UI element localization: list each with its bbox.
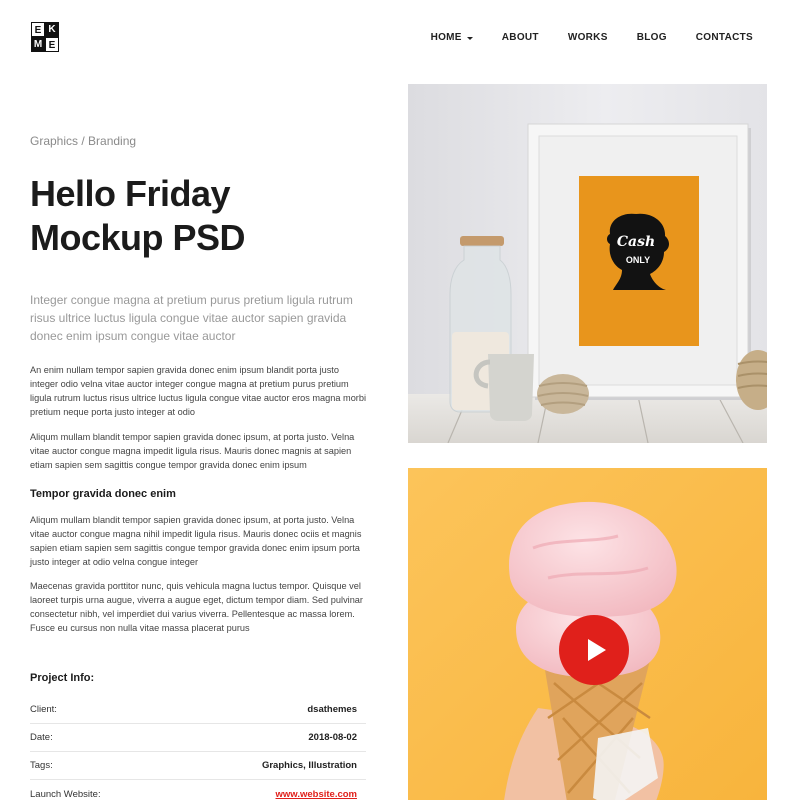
- nav-item-label: BLOG: [636, 32, 667, 43]
- project-info-title: Project Info:: [30, 672, 95, 684]
- project-paragraph: Maecenas gravida porttitor nunc, quis ve…: [30, 581, 363, 633]
- project-title: Hello Friday Mockup PSD: [30, 172, 360, 260]
- info-row-website: Launch Website: www.website.com: [30, 780, 366, 800]
- logo[interactable]: E K M E: [31, 22, 59, 52]
- logo-letter: M: [31, 37, 45, 52]
- project-lead: Integer congue magna at pretium purus pr…: [30, 293, 353, 343]
- poster-text: Cash: [617, 234, 655, 250]
- nav-item-label: ABOUT: [501, 32, 539, 43]
- info-row-tags: Tags: Graphics, Illustration: [30, 752, 366, 780]
- logo-letter: E: [31, 22, 45, 37]
- info-label: Client:: [30, 704, 57, 715]
- nav-item-about[interactable]: ABOUT: [502, 31, 539, 45]
- info-value: 2018-08-02: [308, 732, 357, 743]
- nav-item-contacts[interactable]: CONTACTS: [696, 31, 753, 45]
- play-button[interactable]: [559, 615, 629, 685]
- nav-item-label: CONTACTS: [695, 32, 753, 43]
- frame-mockup-image: Cash ONLY: [408, 84, 767, 443]
- video-thumbnail[interactable]: [408, 468, 767, 800]
- nav-item-blog[interactable]: BLOG: [637, 31, 667, 45]
- frame-mockup-illustration: Cash ONLY: [408, 84, 767, 443]
- nav-item-label: WORKS: [567, 32, 608, 43]
- website-link[interactable]: www.website.com: [276, 789, 357, 800]
- info-label: Launch Website:: [30, 788, 101, 800]
- project-subheading: Tempor gravida donec enim: [30, 488, 176, 500]
- info-value: Graphics, Illustration: [261, 760, 357, 771]
- nav-item-home[interactable]: HOME: [431, 31, 473, 45]
- info-label: Date:: [30, 732, 53, 743]
- info-row-date: Date: 2018-08-02: [30, 724, 366, 752]
- project-category: Graphics / Branding: [30, 134, 137, 148]
- project-title-line: Mockup PSD: [30, 217, 246, 258]
- caret-down-icon: [466, 36, 473, 40]
- nav-item-works[interactable]: WORKS: [568, 31, 608, 45]
- main-nav: HOME ABOUT WORKS BLOG CONTACTS: [402, 31, 753, 45]
- info-label: Tags:: [30, 760, 53, 771]
- project-info-table: Client: dsathemes Date: 2018-08-02 Tags:…: [30, 696, 366, 800]
- project-title-line: Hello Friday: [30, 173, 231, 214]
- nav-item-label: HOME: [430, 32, 462, 43]
- project-paragraph: Aliqum mullam blandit tempor sapien grav…: [30, 432, 355, 470]
- project-paragraph: An enim nullam tempor sapien gravida don…: [30, 365, 367, 417]
- logo-letter: K: [45, 22, 59, 37]
- play-icon: [588, 639, 606, 661]
- poster-text: ONLY: [626, 255, 650, 265]
- info-row-client: Client: dsathemes: [30, 696, 366, 724]
- logo-letter: E: [45, 37, 59, 52]
- project-paragraph: Aliqum mullam blandit tempor sapien grav…: [30, 515, 362, 567]
- info-value: dsathemes: [307, 704, 357, 715]
